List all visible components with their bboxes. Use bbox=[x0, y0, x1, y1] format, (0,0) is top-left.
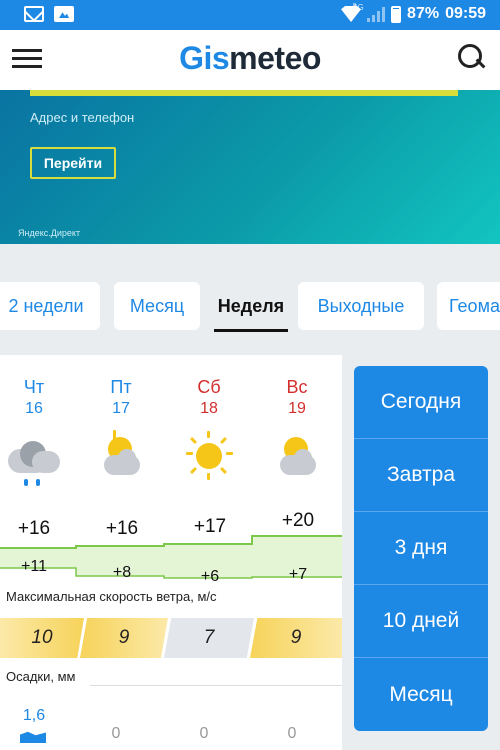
ad-source: Яндекс.Директ bbox=[18, 228, 81, 238]
wind-speed: 7 bbox=[164, 618, 254, 658]
sun-cloud-icon bbox=[96, 430, 152, 481]
wind-speed: 10 bbox=[0, 618, 84, 658]
sun-cloud-icon bbox=[272, 431, 328, 481]
battery-icon bbox=[391, 5, 402, 23]
weekday: Пт bbox=[110, 377, 132, 397]
period-3-days-button[interactable]: 3 дня bbox=[354, 512, 488, 585]
mail-icon bbox=[24, 6, 44, 22]
image-icon bbox=[54, 6, 74, 22]
period-month-button[interactable]: Месяц bbox=[354, 658, 488, 731]
day-header[interactable]: Вс 19 bbox=[262, 377, 332, 418]
forecast-panel: Чт 16 Пт 17 Сб 18 Вс 19 +16 +16 +17 +20 … bbox=[0, 355, 342, 750]
notification-icons bbox=[24, 6, 74, 22]
app-logo[interactable]: Gismeteo bbox=[0, 40, 500, 77]
sun-icon bbox=[184, 431, 240, 481]
day-header[interactable]: Сб 18 bbox=[174, 377, 244, 418]
divider bbox=[90, 685, 342, 686]
logo-part2: meteo bbox=[229, 40, 321, 76]
min-temp: +6 bbox=[200, 568, 220, 585]
weekday: Вс bbox=[286, 377, 308, 397]
wind-label: Максимальная скорость ветра, м/с bbox=[6, 589, 217, 604]
battery-level: 87% bbox=[407, 5, 440, 22]
app-header: Gismeteo bbox=[0, 30, 500, 90]
precip-label: Осадки, мм bbox=[6, 669, 76, 684]
min-temp: +7 bbox=[288, 566, 308, 583]
day-header[interactable]: Пт 17 bbox=[86, 377, 156, 418]
precip-bar bbox=[20, 731, 46, 743]
max-temp: +17 bbox=[193, 516, 227, 537]
max-temp: +20 bbox=[281, 510, 315, 531]
min-temp: +11 bbox=[21, 558, 47, 575]
date: 19 bbox=[288, 400, 306, 417]
wind-speed: 9 bbox=[80, 618, 168, 658]
ad-top-stripe bbox=[30, 90, 458, 96]
clock: 09:59 bbox=[445, 5, 486, 22]
max-temp: +16 bbox=[17, 518, 51, 539]
weekday: Сб bbox=[197, 377, 221, 397]
precip-value: 0 bbox=[199, 725, 209, 742]
period-tomorrow-button[interactable]: Завтра bbox=[354, 439, 488, 512]
cloud-rain-icon bbox=[6, 437, 62, 487]
precip-value: 1,6 bbox=[22, 707, 46, 724]
signal-icon: 4G bbox=[353, 3, 386, 22]
min-temp: +8 bbox=[112, 564, 132, 581]
status-bar: 4G 87% 09:59 bbox=[0, 0, 500, 30]
system-icons: 4G 87% 09:59 bbox=[341, 3, 486, 23]
date: 16 bbox=[25, 400, 43, 417]
ad-go-button[interactable]: Перейти bbox=[30, 147, 116, 179]
period-tabs: 2 недели Месяц Неделя Выходные Геома bbox=[0, 270, 500, 338]
precip-value: 0 bbox=[111, 725, 121, 742]
tab-month[interactable]: Месяц bbox=[114, 282, 200, 330]
date: 17 bbox=[112, 400, 130, 417]
day-header[interactable]: Чт 16 bbox=[0, 377, 69, 418]
period-today-button[interactable]: Сегодня bbox=[354, 366, 488, 439]
tab-2-weeks[interactable]: 2 недели bbox=[0, 282, 100, 330]
wind-speed: 9 bbox=[250, 618, 342, 658]
logo-part1: Gis bbox=[179, 40, 230, 76]
tab-geomagnetic[interactable]: Геома bbox=[437, 282, 500, 330]
precip-value: 0 bbox=[287, 725, 297, 742]
ad-banner[interactable]: Адрес и телефон Перейти Яндекс.Директ bbox=[0, 90, 500, 244]
tab-week[interactable]: Неделя bbox=[214, 282, 288, 332]
max-temp: +16 bbox=[105, 518, 139, 539]
ad-address-link[interactable]: Адрес и телефон bbox=[30, 110, 134, 125]
network-type: 4G bbox=[353, 3, 364, 12]
search-button[interactable] bbox=[456, 42, 488, 74]
tab-weekend[interactable]: Выходные bbox=[298, 282, 424, 330]
period-selector: Сегодня Завтра 3 дня 10 дней Месяц bbox=[354, 366, 488, 731]
period-10-days-button[interactable]: 10 дней bbox=[354, 585, 488, 658]
date: 18 bbox=[200, 400, 218, 417]
weekday: Чт bbox=[23, 377, 45, 397]
screen: { "status_bar": { "battery": "87%", "tim… bbox=[0, 0, 500, 750]
